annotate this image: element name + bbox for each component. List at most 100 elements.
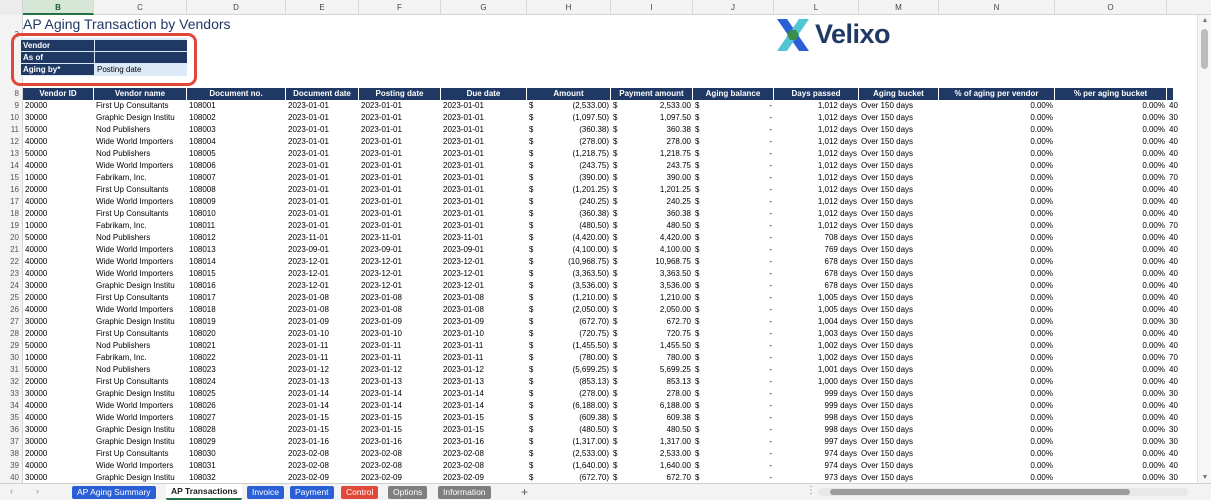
cell-pay[interactable]: 10,968.75 (621, 256, 693, 268)
cell-pb[interactable]: 0.00% (1055, 136, 1167, 148)
cell-name[interactable]: Fabrikam, Inc. (94, 172, 187, 184)
cell-doc[interactable]: 108024 (187, 376, 286, 388)
cell-extra[interactable]: 40 (1167, 280, 1183, 292)
cell-id[interactable]: 40000 (23, 400, 94, 412)
cell-pdate[interactable]: 2023-01-15 (359, 412, 441, 424)
cell-bal[interactable]: - (703, 112, 774, 124)
cell-doc[interactable]: 108006 (187, 160, 286, 172)
cell-bucket[interactable]: Over 150 days (859, 424, 939, 436)
cell-pv[interactable]: 0.00% (939, 160, 1055, 172)
cell-pdate[interactable]: 2023-01-13 (359, 376, 441, 388)
cell-pb[interactable]: 0.00% (1055, 424, 1167, 436)
cell-extra[interactable]: 30 (1167, 424, 1183, 436)
cell-days[interactable]: 998 days (774, 412, 859, 424)
cell-due[interactable]: 2023-01-14 (441, 400, 527, 412)
cell-days[interactable]: 678 days (774, 256, 859, 268)
cell-extra[interactable]: 40 (1167, 244, 1183, 256)
cell-extra[interactable]: 30 (1167, 316, 1183, 328)
column-header-i[interactable]: I (611, 0, 693, 15)
cell-due[interactable]: 2023-01-01 (441, 172, 527, 184)
cell-pv[interactable]: 0.00% (939, 304, 1055, 316)
cell-name[interactable]: Wide World Importers (94, 244, 187, 256)
cell-amt[interactable]: (480.50) (537, 424, 611, 436)
cell-bal[interactable]: - (703, 340, 774, 352)
cell-pay[interactable]: 3,363.50 (621, 268, 693, 280)
cell-amt[interactable]: (360.38) (537, 124, 611, 136)
cell-bucket[interactable]: Over 150 days (859, 184, 939, 196)
cell-bucket[interactable]: Over 150 days (859, 100, 939, 112)
cell-extra[interactable]: 40 (1167, 376, 1183, 388)
cell-ddate[interactable]: 2023-02-08 (286, 448, 359, 460)
cell-days[interactable]: 1,003 days (774, 328, 859, 340)
cell-bucket[interactable]: Over 150 days (859, 220, 939, 232)
cell-pb[interactable]: 0.00% (1055, 280, 1167, 292)
cell-amt[interactable]: (1,097.50) (537, 112, 611, 124)
cell-pay[interactable]: 4,420.00 (621, 232, 693, 244)
row-number[interactable]: 34 (0, 400, 22, 412)
row-number[interactable]: 24 (0, 280, 22, 292)
cell-id[interactable]: 50000 (23, 232, 94, 244)
cell-days[interactable]: 1,004 days (774, 316, 859, 328)
cell-due[interactable]: 2023-01-01 (441, 160, 527, 172)
cell-pv[interactable]: 0.00% (939, 172, 1055, 184)
cell-id[interactable]: 20000 (23, 208, 94, 220)
cell-pv[interactable]: 0.00% (939, 400, 1055, 412)
cell-bal[interactable]: - (703, 232, 774, 244)
cell-doc[interactable]: 108028 (187, 424, 286, 436)
cell-doc[interactable]: 108009 (187, 196, 286, 208)
cell-pdate[interactable]: 2023-01-15 (359, 424, 441, 436)
cell-extra[interactable]: 40 (1167, 148, 1183, 160)
cell-pv[interactable]: 0.00% (939, 148, 1055, 160)
cell-doc[interactable]: 108002 (187, 112, 286, 124)
cell-name[interactable]: Wide World Importers (94, 304, 187, 316)
cell-doc[interactable]: 108004 (187, 136, 286, 148)
cell-id[interactable]: 30000 (23, 280, 94, 292)
cell-extra[interactable]: 70 (1167, 220, 1183, 232)
cell-due[interactable]: 2023-01-10 (441, 328, 527, 340)
cell-amt[interactable]: (780.00) (537, 352, 611, 364)
cell-pb[interactable]: 0.00% (1055, 220, 1167, 232)
cell-doc[interactable]: 108008 (187, 184, 286, 196)
cell-pb[interactable]: 0.00% (1055, 268, 1167, 280)
cell-doc[interactable]: 108016 (187, 280, 286, 292)
cell-name[interactable]: Graphic Design Institu (94, 112, 187, 124)
cell-pay[interactable]: 672.70 (621, 316, 693, 328)
cell-ddate[interactable]: 2023-01-12 (286, 364, 359, 376)
cell-doc[interactable]: 108005 (187, 148, 286, 160)
cell-pay[interactable]: 1,317.00 (621, 436, 693, 448)
cell-pv[interactable]: 0.00% (939, 388, 1055, 400)
cell-amt[interactable]: (278.00) (537, 388, 611, 400)
cell-pdate[interactable]: 2023-01-09 (359, 316, 441, 328)
cell-extra[interactable]: 40 (1167, 304, 1183, 316)
column-header-d[interactable]: D (187, 0, 286, 15)
cell-pv[interactable]: 0.00% (939, 412, 1055, 424)
cell-name[interactable]: Nod Publishers (94, 364, 187, 376)
column-header-c[interactable]: C (94, 0, 187, 15)
cell-name[interactable]: Graphic Design Institu (94, 436, 187, 448)
cell-bal[interactable]: - (703, 196, 774, 208)
cell-doc[interactable]: 108012 (187, 232, 286, 244)
cell-name[interactable]: Nod Publishers (94, 148, 187, 160)
cell-bal[interactable]: - (703, 328, 774, 340)
cell-extra[interactable]: 40 (1167, 400, 1183, 412)
cell-days[interactable]: 678 days (774, 280, 859, 292)
cell-ddate[interactable]: 2023-02-08 (286, 460, 359, 472)
cell-days[interactable]: 1,005 days (774, 304, 859, 316)
cell-name[interactable]: Wide World Importers (94, 196, 187, 208)
cell-id[interactable]: 30000 (23, 424, 94, 436)
cell-amt[interactable]: (853.13) (537, 376, 611, 388)
th-pct-per-aging-bucket[interactable]: % per aging bucket (1055, 88, 1167, 100)
row-number[interactable]: 28 (0, 328, 22, 340)
cell-due[interactable]: 2023-01-01 (441, 148, 527, 160)
cell-doc[interactable]: 108032 (187, 472, 286, 483)
cell-name[interactable]: Graphic Design Institu (94, 424, 187, 436)
cell-bal[interactable]: - (703, 352, 774, 364)
cell-id[interactable]: 10000 (23, 220, 94, 232)
cell-pv[interactable]: 0.00% (939, 340, 1055, 352)
cell-ddate[interactable]: 2023-12-01 (286, 268, 359, 280)
cell-ddate[interactable]: 2023-01-01 (286, 208, 359, 220)
cell-days[interactable]: 1,012 days (774, 136, 859, 148)
cell-ddate[interactable]: 2023-01-14 (286, 400, 359, 412)
cell-bal[interactable]: - (703, 148, 774, 160)
cell-name[interactable]: First Up Consultants (94, 184, 187, 196)
